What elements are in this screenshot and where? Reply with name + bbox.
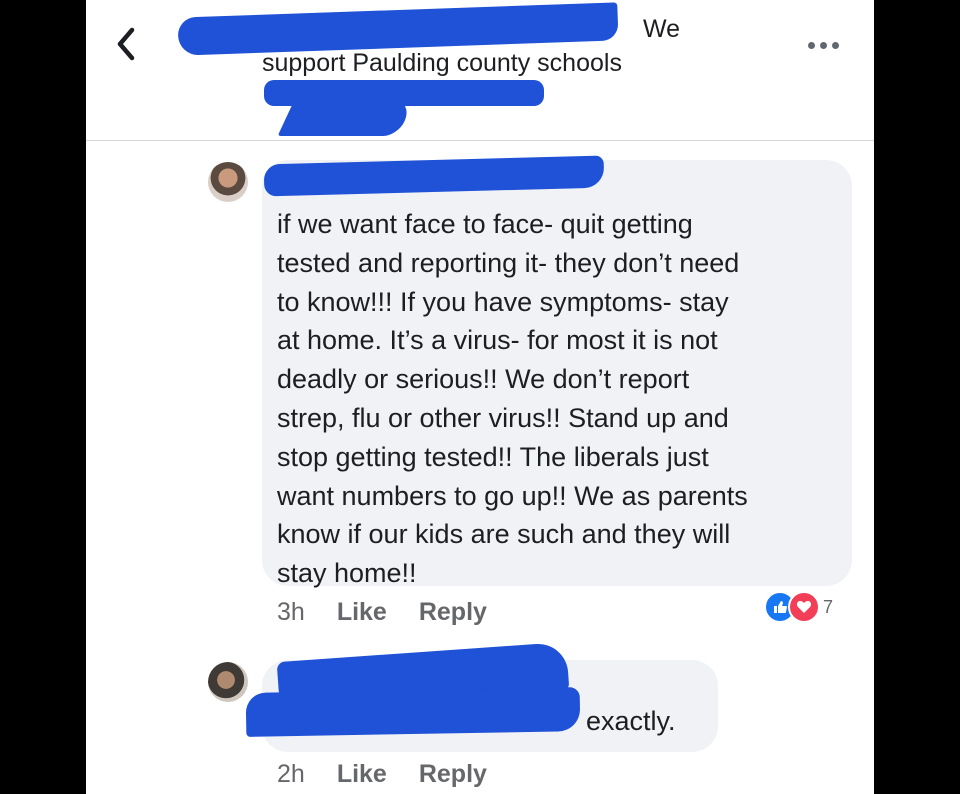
app-screen: We support Paulding county schools if we… — [86, 0, 874, 794]
comment-time: 3h — [277, 598, 305, 626]
title-line-2: support Paulding county schools — [262, 49, 622, 77]
redaction-mark — [277, 100, 415, 136]
comment-text: exactly. — [586, 706, 676, 736]
avatar[interactable] — [208, 662, 248, 702]
avatar[interactable] — [208, 162, 248, 202]
redaction-mark — [245, 687, 581, 737]
love-icon — [788, 591, 820, 623]
like-button[interactable]: Like — [337, 760, 387, 789]
more-dot — [832, 41, 839, 49]
comment-actions: 3h Like Reply — [277, 598, 487, 627]
more-dot — [820, 41, 827, 49]
comment-time: 2h — [277, 760, 305, 788]
comment-text: if we want face to face- quit getting te… — [277, 209, 748, 589]
chevron-left-icon[interactable] — [114, 26, 154, 66]
reaction-summary[interactable]: 7 — [762, 590, 840, 624]
reply-button[interactable]: Reply — [419, 598, 487, 627]
more-dot — [808, 41, 815, 49]
comment-actions: 2h Like Reply — [277, 760, 487, 789]
more-icon[interactable] — [808, 38, 852, 52]
reply-button[interactable]: Reply — [419, 760, 487, 789]
post-header: We support Paulding county schools — [86, 0, 874, 141]
like-button[interactable]: Like — [337, 598, 387, 627]
reaction-count: 7 — [823, 596, 834, 617]
